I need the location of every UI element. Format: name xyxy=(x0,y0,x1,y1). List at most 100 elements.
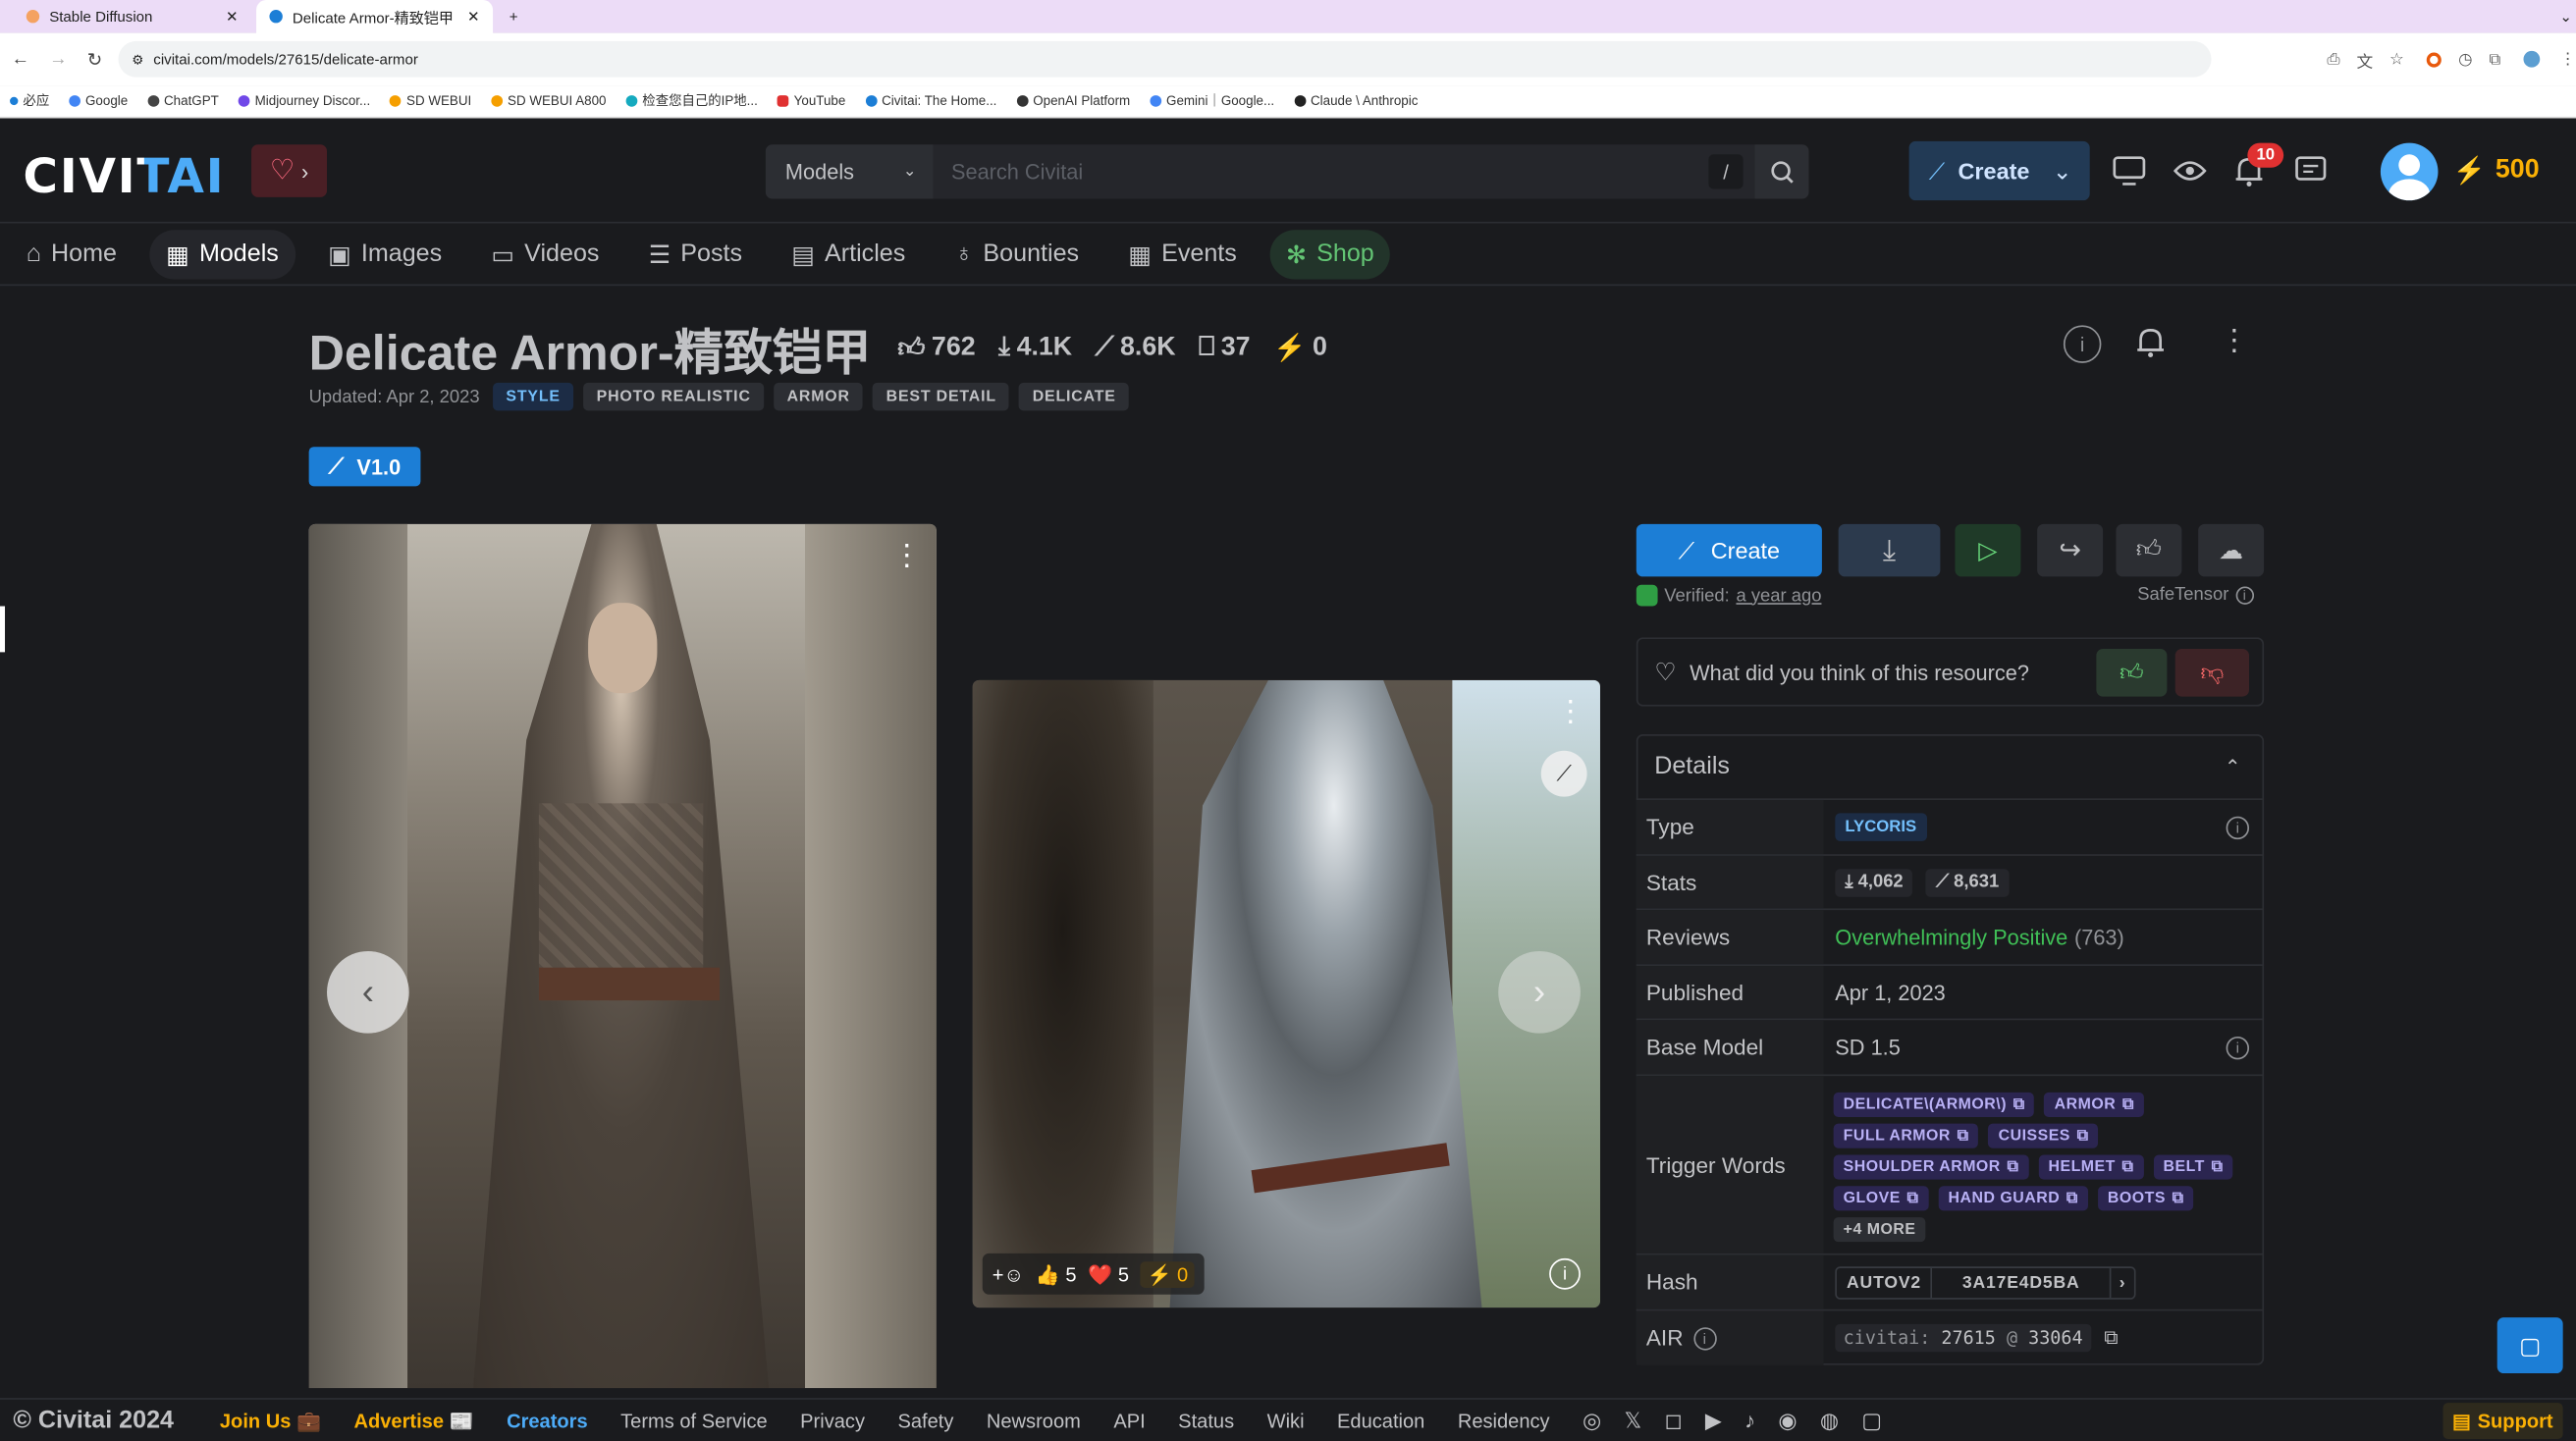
buzz-balance[interactable]: ⚡ 500 xyxy=(2453,154,2540,187)
footer-link-join[interactable]: Join Us 💼 xyxy=(220,1409,321,1431)
search-button[interactable] xyxy=(1754,144,1809,199)
image-info-icon[interactable]: i xyxy=(1549,1257,1581,1290)
share-button[interactable]: ↪ xyxy=(2037,523,2104,577)
browser-tab[interactable]: Stable Diffusion ✕ xyxy=(13,0,251,32)
info-icon-button[interactable]: i xyxy=(2063,325,2102,363)
footer-link[interactable]: API xyxy=(1113,1409,1145,1431)
play-button[interactable]: ▷ xyxy=(1955,523,2021,577)
bookmark[interactable]: Midjourney Discor... xyxy=(238,93,370,108)
footer-link-advertise[interactable]: Advertise 📰 xyxy=(353,1409,473,1431)
more-options-icon[interactable]: ⋮ xyxy=(892,539,922,573)
footer-link[interactable]: Newsroom xyxy=(987,1409,1081,1431)
footer-link[interactable]: Education xyxy=(1337,1409,1424,1431)
footer-link[interactable]: Safety xyxy=(897,1409,953,1431)
info-icon[interactable]: i xyxy=(2235,585,2254,605)
bookmark[interactable]: 必应 xyxy=(10,92,49,110)
like-button[interactable]: 👍︎ xyxy=(2116,523,2182,577)
tag[interactable]: PHOTO REALISTIC xyxy=(583,382,765,411)
info-icon[interactable]: i xyxy=(2226,815,2250,839)
copy-icon[interactable]: ⧉ xyxy=(2104,1326,2118,1351)
nav-home[interactable]: ⌂ Home xyxy=(10,230,134,278)
carousel-prev-button[interactable]: ‹ xyxy=(327,950,409,1034)
close-tab-icon[interactable]: ✕ xyxy=(226,8,239,26)
menu-icon[interactable]: ⋮ xyxy=(2559,50,2576,68)
nav-posts[interactable]: ☰ Posts xyxy=(632,229,759,278)
discord-icon[interactable]: ◎ xyxy=(1583,1407,1601,1433)
puzzle-icon[interactable]: ⧉ xyxy=(2489,50,2500,68)
tab-search-icon[interactable]: ⌄ xyxy=(2547,0,2576,32)
like-reaction[interactable]: 👍 5 xyxy=(1036,1262,1077,1285)
tag[interactable]: ARMOR xyxy=(774,382,864,411)
details-header[interactable]: Details ⌃ xyxy=(1637,734,2264,798)
search-scope-select[interactable]: Models ⌄ xyxy=(765,144,934,199)
nav-shop[interactable]: ✻ Shop xyxy=(1269,229,1391,279)
url-field[interactable]: ⚙ civitai.com/models/27615/delicate-armo… xyxy=(118,40,2213,78)
carousel-next-button[interactable]: › xyxy=(1498,950,1581,1034)
bookmark[interactable]: ChatGPT xyxy=(147,93,219,108)
buzz-tip[interactable]: ⚡ 0 xyxy=(1140,1260,1195,1288)
tag[interactable]: DELICATE xyxy=(1019,382,1130,411)
tiktok-icon[interactable]: ♪ xyxy=(1744,1408,1755,1432)
more-options-icon[interactable]: ⋮ xyxy=(2220,324,2249,358)
show-more-triggers[interactable]: +4 MORE xyxy=(1833,1216,1926,1242)
remix-brush-button[interactable]: ⟋ xyxy=(1540,750,1587,797)
nav-events[interactable]: ▦ Events xyxy=(1112,229,1254,278)
tag[interactable]: BEST DETAIL xyxy=(873,382,1010,411)
search-input[interactable]: Search Civitai xyxy=(933,144,1755,199)
chat-icon[interactable] xyxy=(2295,156,2327,186)
reload-icon[interactable]: ↻ xyxy=(87,48,102,70)
bookmark[interactable]: OpenAI Platform xyxy=(1016,93,1130,108)
chat-icon[interactable]: ▢ xyxy=(1861,1407,1882,1433)
air-code[interactable]: civitai: 27615 @ 33064 xyxy=(1835,1323,2091,1353)
browser-tab-active[interactable]: Delicate Armor-精致铠甲 - V1 ✕ xyxy=(256,0,494,33)
youtube-icon[interactable]: ▶ xyxy=(1705,1407,1722,1433)
bookmark[interactable]: Claude \ Anthropic xyxy=(1294,93,1418,108)
bookmark[interactable]: SD WEBUI xyxy=(390,93,471,108)
footer-link[interactable]: Privacy xyxy=(800,1409,865,1431)
trigger-word[interactable]: SHOULDER ARMOR ⧉ xyxy=(1833,1153,2029,1179)
civitai-logo[interactable]: CIVITAI xyxy=(23,148,225,204)
version-v1-button[interactable]: ⟋ V1.0 xyxy=(308,447,421,487)
extension-icon[interactable] xyxy=(2427,51,2442,67)
trigger-word[interactable]: CUISSES ⧉ xyxy=(1988,1122,2099,1147)
monitor-icon[interactable] xyxy=(2113,156,2146,186)
heart-reaction[interactable]: ❤️ 5 xyxy=(1088,1262,1129,1285)
gallery-image-hooded-woman[interactable] xyxy=(308,523,937,1389)
bookmark[interactable]: Gemini｜Google... xyxy=(1150,92,1274,110)
bookmark[interactable]: YouTube xyxy=(777,93,845,108)
profile-icon[interactable] xyxy=(2523,50,2541,68)
nav-models[interactable]: ▦ Models xyxy=(149,229,295,279)
info-icon[interactable]: i xyxy=(1692,1326,1716,1350)
footer-link[interactable]: Status xyxy=(1178,1409,1234,1431)
download-button[interactable]: ⤓ xyxy=(1838,523,1941,577)
support-heart-button[interactable]: ♡ › xyxy=(251,144,328,197)
install-icon[interactable]: ⎙ xyxy=(2327,50,2339,68)
create-button[interactable]: ⟋ Create xyxy=(1636,523,1822,577)
nav-articles[interactable]: ▤ Articles xyxy=(775,229,922,278)
eye-icon[interactable] xyxy=(2174,159,2207,182)
trigger-word[interactable]: ARMOR ⧉ xyxy=(2044,1092,2144,1117)
footer-link[interactable]: Terms of Service xyxy=(620,1409,768,1431)
verified-time-link[interactable]: a year ago xyxy=(1736,586,1821,606)
nav-videos[interactable]: ▭ Videos xyxy=(475,229,617,278)
github-icon[interactable]: ◍ xyxy=(1820,1407,1839,1433)
site-info-icon[interactable]: ⚙ xyxy=(132,52,143,67)
forward-icon[interactable]: → xyxy=(49,49,67,69)
more-options-icon[interactable]: ⋮ xyxy=(1556,695,1585,729)
trigger-word[interactable]: BELT ⧉ xyxy=(2153,1153,2233,1179)
create-menu-button[interactable]: ⟋ Create ⌄ xyxy=(1908,140,2090,201)
nav-images[interactable]: ▣ Images xyxy=(311,229,458,278)
info-icon[interactable]: i xyxy=(2226,1036,2250,1059)
nav-bounties[interactable]: ♁ Bounties xyxy=(939,230,1096,278)
footer-link-creators[interactable]: Creators xyxy=(507,1409,588,1431)
bookmark[interactable]: 检查您自己的IP地... xyxy=(625,92,758,110)
star-icon[interactable]: ☆ xyxy=(2389,50,2404,68)
footer-link[interactable]: Residency xyxy=(1458,1409,1550,1431)
footer-link[interactable]: Wiki xyxy=(1267,1409,1305,1431)
bookmark[interactable]: Civitai: The Home... xyxy=(865,93,996,108)
back-icon[interactable]: ← xyxy=(12,49,29,69)
trigger-word[interactable]: BOOTS ⧉ xyxy=(2097,1185,2194,1210)
close-tab-icon[interactable]: ✕ xyxy=(467,8,480,26)
trigger-word[interactable]: HELMET ⧉ xyxy=(2038,1153,2144,1179)
review-thumbs-up-button[interactable]: 👍︎ xyxy=(2096,649,2168,697)
